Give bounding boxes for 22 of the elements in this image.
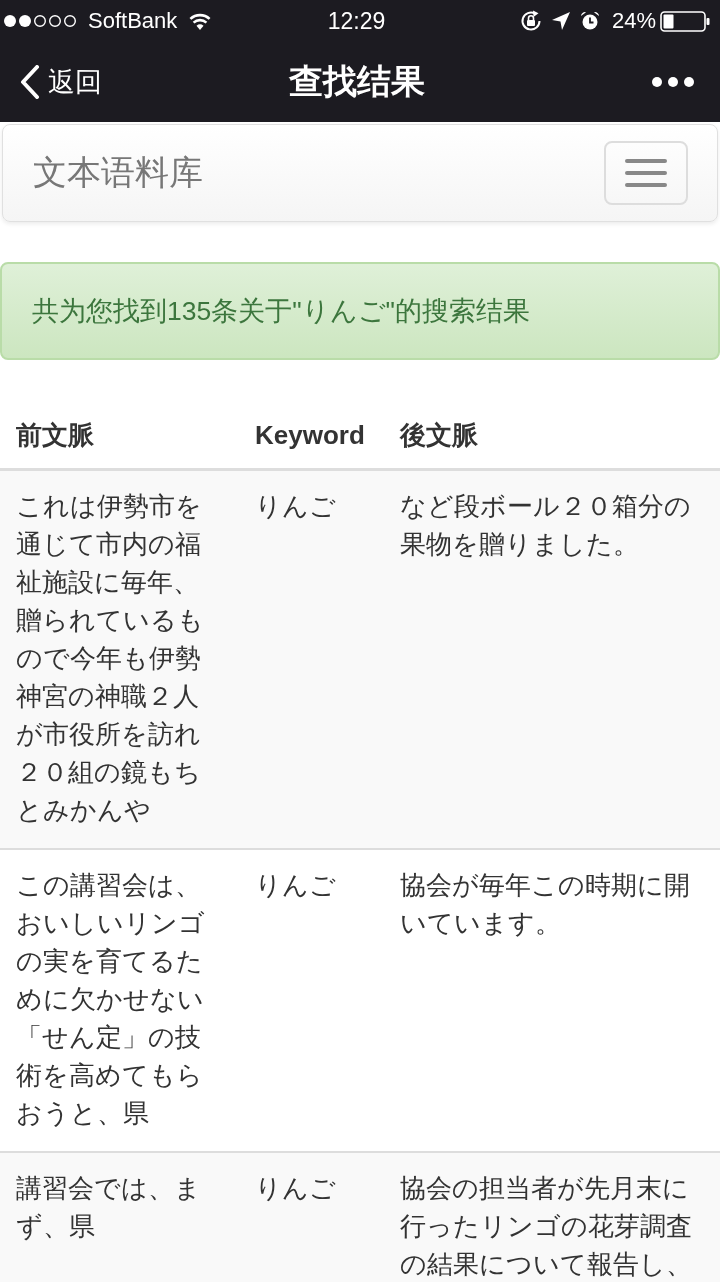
page-title: 查找结果	[289, 61, 425, 102]
carrier-name: SoftBank	[88, 8, 178, 34]
alarm-clock-icon	[579, 11, 600, 31]
table-cell: 講習会では、まず、県	[0, 1152, 240, 1282]
rotation-lock-icon	[519, 10, 542, 32]
more-icon[interactable]	[652, 77, 694, 87]
alert-message: 共为您找到135条关于"りんご"的搜索结果	[32, 295, 531, 328]
menu-icon	[625, 159, 667, 187]
battery-icon	[660, 10, 710, 32]
brand-title[interactable]: 文本语料库	[33, 150, 203, 196]
clock-time: 12:29	[327, 7, 386, 35]
location-arrow-icon	[551, 12, 570, 30]
wifi-icon	[189, 12, 212, 30]
menu-button[interactable]	[604, 141, 688, 205]
table-cell: これは伊勢市を通じて市内の福祉施設に毎年、贈られているもので今年も伊勢神宮の神職２人が市役所を訪れ２０組の鏡もちとみかんや	[0, 469, 240, 849]
battery-percent: 24%	[611, 8, 656, 34]
chevron-left-icon	[20, 65, 40, 99]
table-cell: 協会の担当者が先月末に行ったリンゴの花芽調査の結果について報告し、	[385, 1152, 720, 1282]
table-cell: りんご	[240, 1152, 385, 1282]
back-button[interactable]: 返回	[20, 64, 102, 100]
table-cell: など段ボール２０箱分の果物を贈りました。	[385, 469, 720, 849]
table-cell: りんご	[240, 469, 385, 849]
